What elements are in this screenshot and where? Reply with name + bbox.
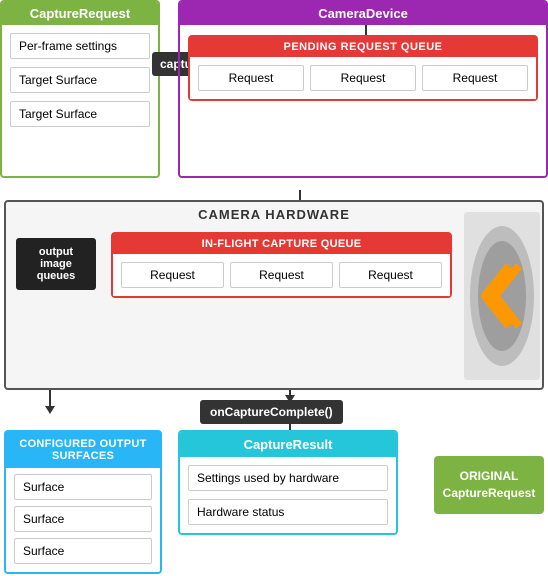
camera-hardware-box: CAMERA HARDWARE output image queues IN-F… bbox=[4, 200, 544, 390]
capture-request-item-2: Target Surface bbox=[10, 67, 150, 93]
surface-item-2: Surface bbox=[14, 506, 152, 532]
surface-item-1: Surface bbox=[14, 474, 152, 500]
diagram: CaptureRequest Per-frame settings Target… bbox=[0, 0, 548, 576]
on-capture-complete-button[interactable]: onCaptureComplete() bbox=[200, 400, 343, 424]
inflight-queue-items: Request Request Request bbox=[113, 254, 450, 296]
pending-queue-item-2: Request bbox=[310, 65, 416, 91]
pending-queue-item-1: Request bbox=[198, 65, 304, 91]
inflight-queue-item-1: Request bbox=[121, 262, 224, 288]
capture-request-item-3: Target Surface bbox=[10, 101, 150, 127]
surface-item-3: Surface bbox=[14, 538, 152, 564]
output-image-queues: output image queues bbox=[16, 238, 96, 290]
pending-queue-item-3: Request bbox=[422, 65, 528, 91]
inflight-queue-item-3: Request bbox=[339, 262, 442, 288]
original-capture-text: ORIGINAL CaptureRequest bbox=[436, 458, 542, 512]
capture-result-item-2: Hardware status bbox=[188, 499, 388, 525]
camera-hardware-title: CAMERA HARDWARE bbox=[6, 202, 542, 224]
configured-surfaces-box: CONFIGURED OUTPUT SURFACES Surface Surfa… bbox=[4, 430, 162, 574]
capture-result-box: CaptureResult Settings used by hardware … bbox=[178, 430, 398, 535]
original-capture-box: ORIGINAL CaptureRequest bbox=[434, 456, 544, 514]
inflight-queue-item-2: Request bbox=[230, 262, 333, 288]
camera-device-box: CameraDevice PENDING REQUEST QUEUE Reque… bbox=[178, 0, 548, 178]
pending-queue-box: PENDING REQUEST QUEUE Request Request Re… bbox=[188, 35, 538, 101]
inflight-queue-box: IN-FLIGHT CAPTURE QUEUE Request Request … bbox=[111, 232, 452, 298]
pending-queue-items: Request Request Request bbox=[190, 57, 536, 99]
capture-request-title: CaptureRequest bbox=[2, 2, 158, 25]
capture-request-box: CaptureRequest Per-frame settings Target… bbox=[0, 0, 160, 178]
capture-result-item-1: Settings used by hardware bbox=[188, 465, 388, 491]
camera-device-title: CameraDevice bbox=[180, 2, 546, 25]
camera-lens-graphic bbox=[464, 212, 540, 380]
configured-surfaces-title: CONFIGURED OUTPUT SURFACES bbox=[6, 432, 160, 468]
pending-queue-title: PENDING REQUEST QUEUE bbox=[190, 37, 536, 57]
capture-request-item-1: Per-frame settings bbox=[10, 33, 150, 59]
capture-result-title: CaptureResult bbox=[180, 432, 396, 457]
inflight-queue-title: IN-FLIGHT CAPTURE QUEUE bbox=[113, 234, 450, 254]
